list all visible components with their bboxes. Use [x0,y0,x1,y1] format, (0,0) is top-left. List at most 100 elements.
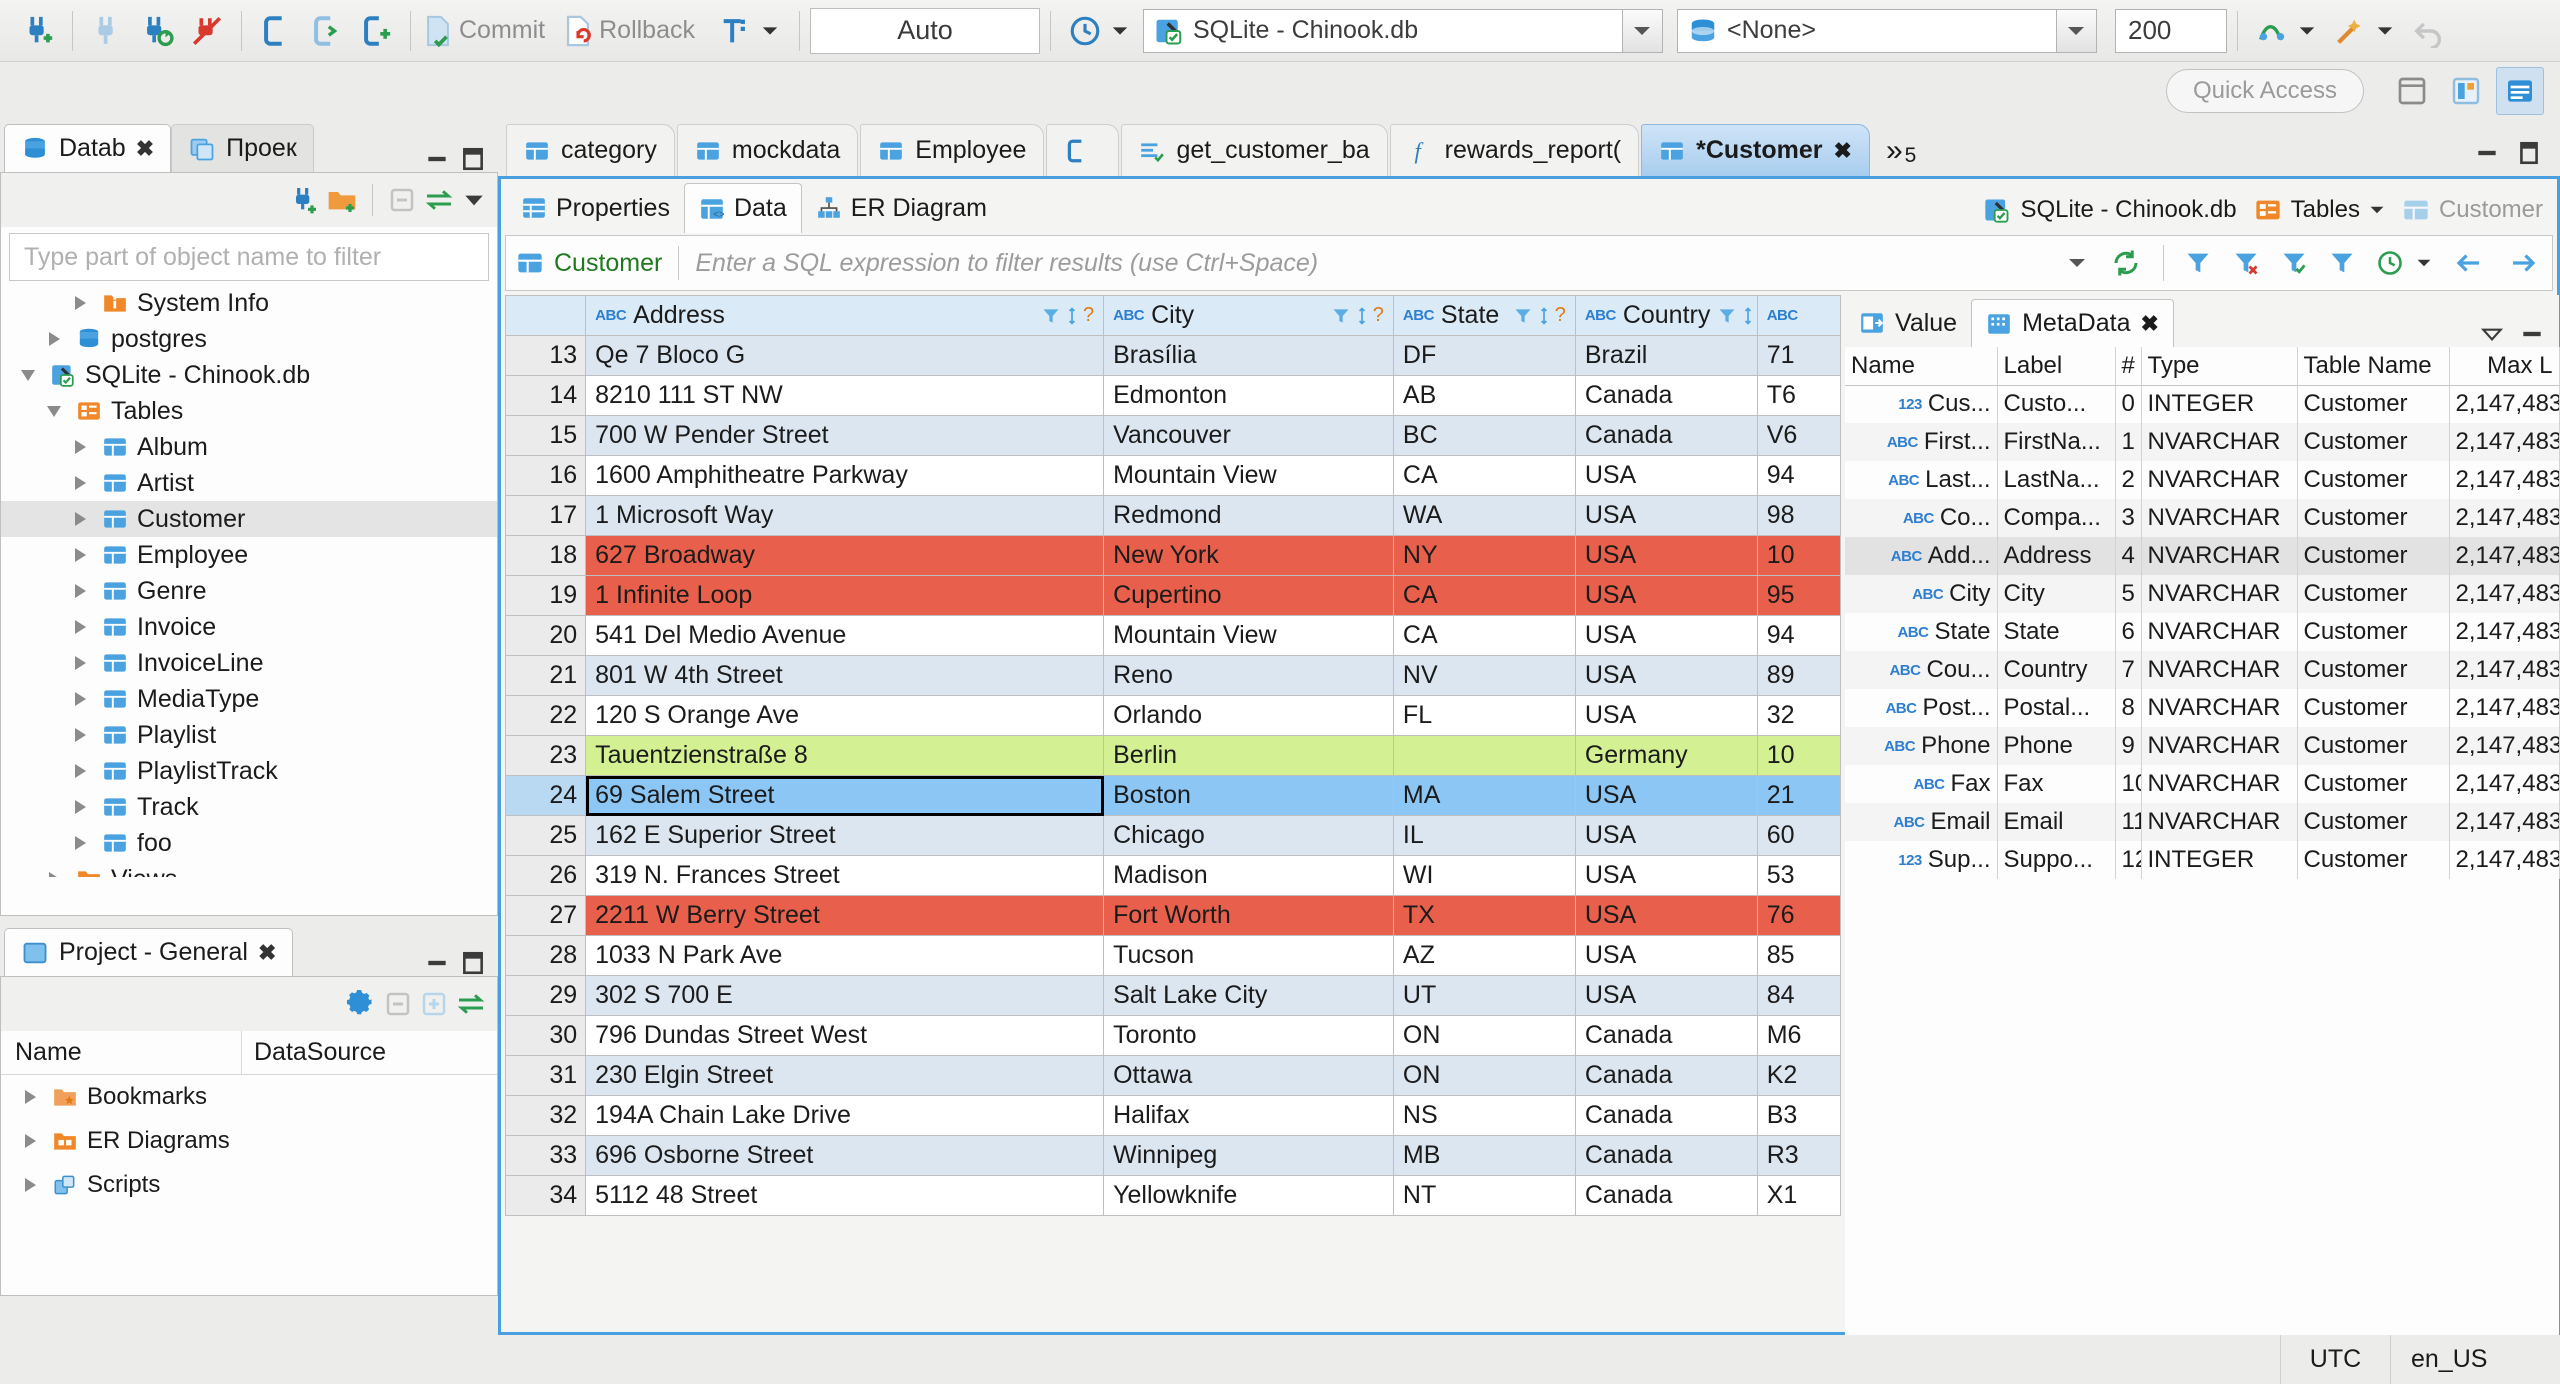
grid-cell-state[interactable]: IL [1392,815,1576,856]
tab-data[interactable]: <> Data [683,183,802,233]
metadata-cell-label[interactable]: Fax [1997,765,2116,803]
metadata-cell-type[interactable]: NVARCHAR [2141,423,2298,461]
tab-database-navigator[interactable]: Datab ✖ [4,124,172,172]
tree-node-postgres[interactable]: postgres [1,321,497,357]
grid-cell-address[interactable]: 696 Osborne Street [585,1135,1105,1176]
gear-icon[interactable] [345,988,377,1020]
perspective-database-icon[interactable] [2442,67,2490,115]
grid-cell-address[interactable]: 1 Infinite Loop [585,575,1105,616]
grid-row[interactable]: 13 Qe 7 Bloco G Brasília DF Brazil 71 [504,335,1842,376]
tree-node-customer[interactable]: Customer [1,501,497,537]
grid-row[interactable]: 21 801 W 4th Street Reno NV USA 89 [504,655,1842,696]
grid-cell-postal[interactable]: 98 [1756,495,1842,536]
grid-cell-country[interactable]: Canada [1574,1055,1758,1096]
grid-cell-postal[interactable]: 32 [1756,695,1842,736]
transaction-mode-icon[interactable] [711,7,759,55]
editor-tab-mockdata[interactable]: mockdata [676,124,859,176]
grid-row[interactable]: 27 2211 W Berry Street Fort Worth TX USA 76 [504,895,1842,936]
metadata-cell-type[interactable]: NVARCHAR [2141,651,2298,689]
grid-row[interactable]: 19 1 Infinite Loop Cupertino CA USA 95 [504,575,1842,616]
grid-column-header-address[interactable]: ABC Address? [585,295,1105,336]
chevron-down-icon[interactable] [2369,202,2385,218]
auto-commit-selector[interactable]: Auto [809,7,1040,54]
grid-cell-address[interactable]: 2211 W Berry Street [585,895,1105,936]
metadata-cell-index[interactable]: 1 [2115,423,2142,461]
metadata-cell-name[interactable]: ABC Email [1845,803,1998,841]
grid-row-number[interactable]: 15 [504,415,587,456]
metadata-cell-table[interactable]: Customer [2297,689,2450,727]
filter-apply-icon[interactable] [2184,249,2212,277]
tab-value[interactable]: Value [1845,299,1971,347]
column-filter-icon[interactable] [1513,306,1533,326]
metadata-cell-index[interactable]: 11 [2115,803,2142,841]
metadata-row[interactable]: 123 Cus... Custo... 0 INTEGER Customer 2,147,4… [1845,385,2560,423]
grid-cell-postal[interactable]: 89 [1756,655,1842,696]
connect-icon[interactable] [14,7,62,55]
metadata-cell-type[interactable]: NVARCHAR [2141,613,2298,651]
grid-cell-country[interactable]: Germany [1574,735,1758,776]
metadata-row[interactable]: ABC Co... Compa... 3 NVARCHAR Customer 2,147,4… [1845,499,2560,537]
grid-cell-address[interactable]: 302 S 700 E [585,975,1105,1016]
magic-wand-dropdown-icon[interactable] [2376,22,2394,40]
grid-corner-cell[interactable] [504,295,587,336]
grid-row-number[interactable]: 18 [504,535,587,576]
metadata-cell-maxlen[interactable]: 2,147,483 [2449,385,2560,423]
grid-cell-address[interactable]: 5112 48 Street [585,1175,1105,1216]
grid-cell-country[interactable]: USA [1574,895,1758,936]
metadata-cell-label[interactable]: Compa... [1997,499,2116,537]
editor-tab-employee[interactable]: Employee [860,124,1045,176]
grid-row[interactable]: 26 319 N. Frances Street Madison WI USA 53 [504,855,1842,896]
grid-cell-city[interactable]: Vancouver [1103,415,1394,456]
metadata-row[interactable]: ABC First... FirstNa... 1 NVARCHAR Customer 2,… [1845,423,2560,461]
grid-cell-city[interactable]: Cupertino [1103,575,1394,616]
grid-cell-postal[interactable]: 10 [1756,535,1842,576]
transaction-mode-dropdown[interactable] [761,22,779,40]
tree-node-track[interactable]: Track [1,789,497,825]
grid-cell-state[interactable]: NT [1392,1175,1576,1216]
rollback-button[interactable]: Rollback [561,14,709,48]
close-icon[interactable]: ✖ [258,940,276,966]
grid-row-number[interactable]: 17 [504,495,587,536]
grid-cell-postal[interactable]: 71 [1756,335,1842,376]
tab-properties[interactable]: Properties [507,183,684,233]
metadata-cell-label[interactable]: Suppo... [1997,841,2116,879]
editor-tab-overflow[interactable]: » 5 [1872,134,1930,176]
metadata-cell-table[interactable]: Customer [2297,461,2450,499]
tab-project-general[interactable]: Project - General ✖ [4,928,294,976]
metadata-cell-type[interactable]: INTEGER [2141,841,2298,879]
tree-node-system-info[interactable]: System Info [1,285,497,321]
link-editor-icon[interactable] [455,988,487,1020]
filter-save-icon[interactable] [2280,249,2308,277]
grid-row-number[interactable]: 30 [504,1015,587,1056]
metadata-cell-name[interactable]: ABC Phone [1845,727,1998,765]
metadata-cell-maxlen[interactable]: 2,147,483 [2449,765,2560,803]
metadata-cell-table[interactable]: Customer [2297,803,2450,841]
chevron-down-icon[interactable] [2416,255,2432,271]
tree-expander[interactable] [17,1178,43,1192]
grid-cell-postal[interactable]: X1 [1756,1175,1842,1216]
metadata-cell-table[interactable]: Customer [2297,537,2450,575]
history-filter-icon[interactable] [2376,249,2404,277]
metadata-cell-name[interactable]: 123 Cus... [1845,385,1998,423]
tree-expander[interactable] [17,1134,43,1148]
grid-cell-country[interactable]: USA [1574,535,1758,576]
tree-expander[interactable] [67,656,93,670]
grid-row[interactable]: 30 796 Dundas Street West Toronto ON Canada M… [504,1015,1842,1056]
project-node-scripts[interactable]: Scripts [1,1163,497,1207]
sql-editor-new-icon[interactable] [352,7,400,55]
grid-row[interactable]: 29 302 S 700 E Salt Lake City UT USA 84 [504,975,1842,1016]
grid-row[interactable]: 28 1033 N Park Ave Tucson AZ USA 85 [504,935,1842,976]
filter-expression-input[interactable]: Enter a SQL expression to filter results… [695,249,1318,278]
grid-cell-country[interactable]: USA [1574,815,1758,856]
grid-cell-postal[interactable]: 84 [1756,975,1842,1016]
refresh-connection-icon[interactable] [133,7,181,55]
grid-cell-address[interactable]: Tauentzienstraße 8 [585,735,1105,776]
maximize-icon[interactable] [460,950,486,976]
grid-cell-state[interactable] [1392,735,1576,776]
metadata-cell-index[interactable]: 4 [2115,537,2142,575]
editor-tab-get-customer-ba[interactable]: get_customer_ba [1121,124,1388,176]
grid-row-number[interactable]: 24 [504,775,587,816]
metadata-cell-type[interactable]: NVARCHAR [2141,727,2298,765]
grid-column-header-city[interactable]: ABC City? [1103,295,1394,336]
disconnect-icon[interactable] [83,7,131,55]
